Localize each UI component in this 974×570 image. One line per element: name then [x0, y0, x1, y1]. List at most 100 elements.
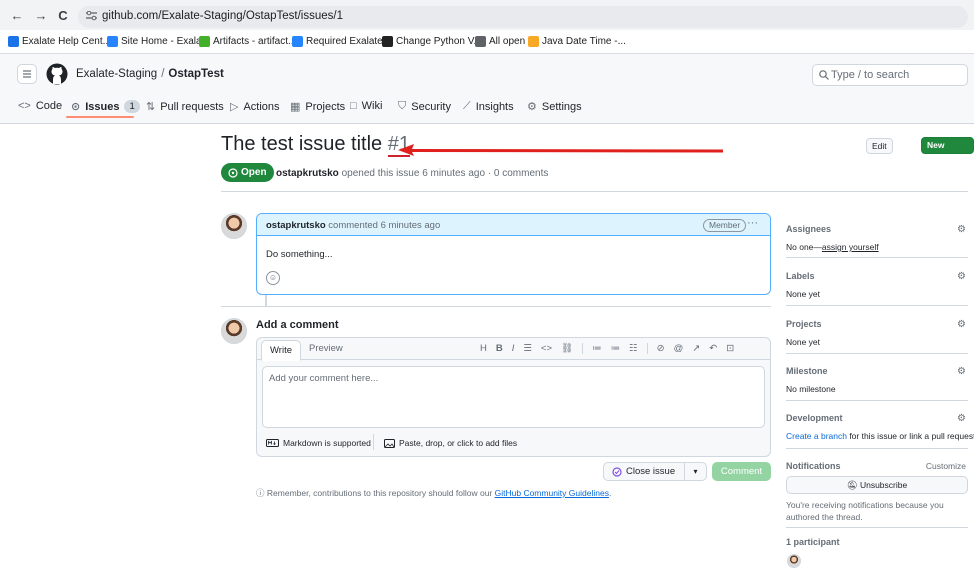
sidebar-projects: Projects ⚙ None yet: [786, 319, 968, 347]
numbered-list-icon[interactable]: ≔: [592, 343, 602, 354]
fullscreen-icon[interactable]: ⊡: [726, 343, 734, 354]
milestone-title: Milestone: [786, 366, 828, 376]
kebab-menu-icon[interactable]: ···: [747, 217, 758, 229]
gear-icon[interactable]: ⚙: [957, 413, 966, 424]
quote-icon[interactable]: ☰: [523, 343, 532, 354]
bookmark-item[interactable]: Site Home - Exala...: [107, 36, 210, 47]
assign-yourself-link[interactable]: assign yourself: [822, 242, 879, 252]
url-text[interactable]: github.com/Exalate-Staging/OstapTest/iss…: [102, 10, 343, 22]
bookmark-favicon-icon: [475, 36, 486, 47]
link-icon[interactable]: ⛓: [561, 343, 573, 354]
close-issue-button[interactable]: Close issue: [603, 462, 685, 481]
edit-button[interactable]: Edit: [866, 138, 893, 154]
close-options-dropdown[interactable]: ▾: [685, 462, 707, 481]
breadcrumb: Exalate-Staging / OstapTest: [76, 68, 224, 80]
comment-author[interactable]: ostapkrutsko: [266, 220, 326, 231]
tab-security[interactable]: ⛉ Security: [398, 100, 451, 113]
issue-author[interactable]: ostapkrutsko: [276, 168, 339, 179]
projects-icon: ▦: [290, 101, 301, 113]
issue-title: The test issue title #1: [221, 133, 410, 157]
tab-label: Insights: [475, 100, 514, 113]
reference-icon[interactable]: ↗: [692, 343, 700, 354]
undo-icon[interactable]: ↶: [709, 343, 717, 354]
sidebar-divider: [786, 400, 968, 401]
markdown-note[interactable]: Markdown is supported: [266, 438, 371, 448]
status-badge: Open: [221, 163, 274, 182]
comment-body: Do something...: [266, 249, 333, 260]
back-button[interactable]: ←: [10, 9, 24, 23]
labels-value: None yet: [786, 289, 821, 299]
customize-link[interactable]: Customize: [926, 461, 966, 471]
mention-icon[interactable]: @: [674, 343, 684, 354]
gear-icon[interactable]: ⚙: [957, 319, 966, 330]
bookmark-label: All open: [489, 36, 526, 47]
italic-icon[interactable]: I: [512, 343, 515, 354]
tab-settings[interactable]: ⚙ Settings: [527, 100, 582, 114]
bookmark-item[interactable]: Artifacts - artifact...: [199, 36, 296, 47]
bookmark-favicon-icon: [8, 36, 19, 47]
forward-button[interactable]: →: [34, 9, 48, 23]
owner-link[interactable]: Exalate-Staging: [76, 68, 157, 80]
add-reaction-icon[interactable]: ☺: [266, 271, 280, 285]
footer-divider: [373, 434, 374, 450]
create-branch-link[interactable]: Create a branch: [786, 431, 847, 441]
tab-insights[interactable]: ⟋ Insights: [463, 100, 514, 113]
code-icon[interactable]: <>: [541, 343, 552, 354]
site-settings-icon[interactable]: [86, 11, 97, 21]
assignees-value: No one—assign yourself: [786, 242, 968, 252]
gear-icon[interactable]: ⚙: [957, 271, 966, 282]
sidebar-divider: [786, 448, 968, 449]
bookmark-item[interactable]: All open: [475, 36, 525, 47]
unsubscribe-button[interactable]: 🔕︎ Unsubscribe: [786, 476, 968, 494]
tab-pull-requests[interactable]: ⇅ Pull requests: [146, 100, 224, 114]
bookmark-favicon-icon: [107, 36, 118, 47]
avatar[interactable]: [221, 213, 247, 239]
comment-textarea[interactable]: Add your comment here...: [262, 366, 765, 428]
wiki-icon: □: [350, 100, 357, 112]
tab-wiki[interactable]: □ Wiki: [350, 100, 382, 112]
close-issue-label: Close issue: [626, 466, 676, 477]
reload-button[interactable]: C: [56, 9, 70, 23]
guidelines-link[interactable]: GitHub Community Guidelines: [495, 488, 609, 498]
comment-button[interactable]: Comment: [712, 462, 771, 481]
tab-write[interactable]: Write: [261, 340, 301, 361]
bookmark-label: Exalate Help Cent...: [22, 36, 111, 47]
repo-link[interactable]: OstapTest: [168, 68, 223, 80]
bookmark-item[interactable]: Java Date Time -...: [528, 36, 626, 47]
gear-icon[interactable]: ⚙: [957, 224, 966, 235]
editor-tabs: Write Preview H B I ☰ <> ⛓ ≔ ≔ ☷ ⊘ @ ↗ ↶ ⊡: [257, 338, 770, 361]
task-list-icon[interactable]: ☷: [629, 343, 638, 354]
issue-meta: ostapkrutsko opened this issue 6 minutes…: [276, 168, 548, 179]
insights-icon: ⟋: [463, 100, 471, 112]
tab-actions[interactable]: ▷ Actions: [230, 100, 280, 114]
member-badge: Member: [703, 219, 747, 232]
projects-value: None yet: [786, 337, 821, 347]
development-suffix: for this issue or link a pull request.: [846, 431, 974, 441]
bookmark-item[interactable]: Required Exalate...: [292, 36, 391, 47]
tab-projects[interactable]: ▦ Projects: [290, 100, 345, 114]
bold-icon[interactable]: B: [496, 343, 503, 354]
bookmark-favicon-icon: [382, 36, 393, 47]
bullet-list-icon[interactable]: ≔: [611, 343, 621, 354]
image-icon: [384, 438, 395, 448]
tab-code[interactable]: <> Code: [18, 100, 62, 112]
participant-avatar[interactable]: [787, 554, 801, 568]
development-value: Create a branch for this issue or link a…: [786, 431, 974, 441]
attach-files[interactable]: Paste, drop, or click to add files: [384, 438, 517, 448]
hamburger-icon: [23, 70, 31, 78]
bookmark-item[interactable]: Exalate Help Cent...: [8, 36, 111, 47]
comment-time: commented 6 minutes ago: [328, 220, 441, 231]
avatar[interactable]: [221, 318, 247, 344]
menu-button[interactable]: [17, 64, 37, 84]
bookmark-item[interactable]: Change Python V...: [382, 36, 482, 47]
new-issue-button[interactable]: New issue: [921, 137, 974, 165]
tab-label: Actions: [243, 100, 280, 113]
heading-icon[interactable]: H: [480, 343, 487, 354]
pull-requests-icon: ⇅: [146, 101, 156, 113]
attach-icon[interactable]: ⊘: [657, 343, 665, 354]
bookmark-favicon-icon: [528, 36, 539, 47]
gear-icon[interactable]: ⚙: [957, 366, 966, 377]
github-logo-icon[interactable]: [46, 63, 68, 85]
tab-issues[interactable]: ⊙ Issues 1: [71, 100, 140, 113]
tab-preview[interactable]: Preview: [301, 338, 351, 360]
